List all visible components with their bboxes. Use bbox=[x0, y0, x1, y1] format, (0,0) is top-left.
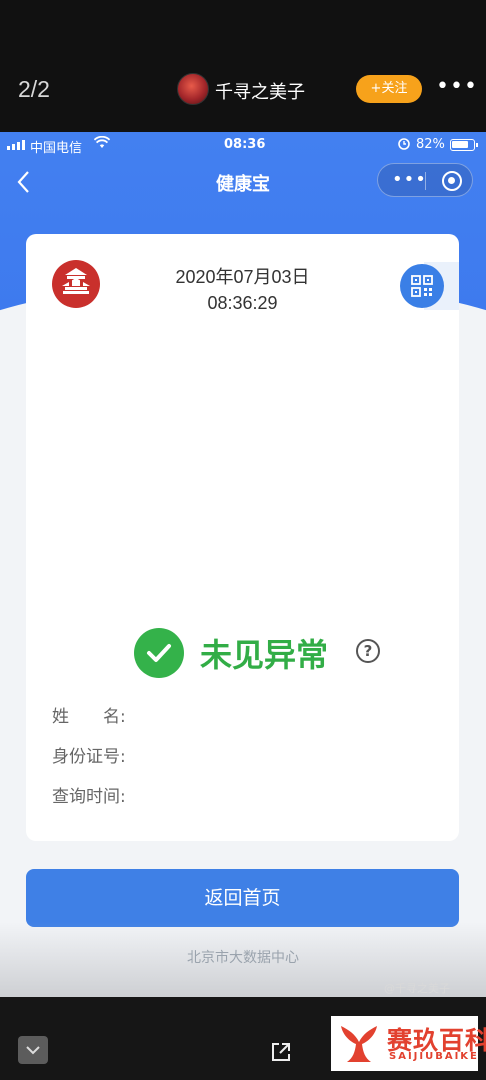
wifi-icon bbox=[93, 135, 111, 153]
health-status-text: 未见异常 bbox=[200, 636, 329, 674]
carrier-name: 中国电信 bbox=[30, 141, 83, 156]
image-counter: 2/2 bbox=[18, 76, 50, 102]
battery-percent: 82% bbox=[416, 137, 445, 152]
return-home-button[interactable]: 返回首页 bbox=[26, 869, 459, 927]
info-row-query-time: 查询时间: bbox=[52, 784, 126, 824]
share-icon[interactable] bbox=[270, 1041, 292, 1067]
qr-code-icon bbox=[411, 275, 433, 297]
info-row-id: 身份证号: bbox=[52, 744, 126, 784]
phone-screenshot: 中国电信 08:36 82% 健康宝 ••• 2020年07月03日 08:36… bbox=[0, 132, 486, 997]
info-list: 姓 名: 身份证号: 查询时间: bbox=[52, 704, 126, 824]
query-date: 2020年07月03日 bbox=[175, 267, 310, 287]
question-mark-icon[interactable]: ? bbox=[356, 639, 380, 663]
id-number-label: 身份证号: bbox=[52, 747, 126, 767]
viewer-more-icon[interactable]: ••• bbox=[436, 74, 478, 99]
more-dots-icon[interactable]: ••• bbox=[392, 171, 427, 189]
author-avatar[interactable] bbox=[177, 73, 209, 105]
viewer-top-bar: 2/2 千寻之美子 +关注 ••• bbox=[0, 0, 486, 132]
alarm-icon bbox=[397, 136, 411, 154]
author-name[interactable]: 千寻之美子 bbox=[215, 78, 305, 104]
battery-icon bbox=[450, 139, 478, 151]
whale-tail-logo-icon bbox=[341, 1026, 377, 1062]
name-label: 姓 名: bbox=[52, 707, 126, 727]
query-time-label: 查询时间: bbox=[52, 787, 126, 807]
brand-watermark: 赛玖百科 SAIJIUBAIKE bbox=[331, 1016, 486, 1071]
query-time: 08:36:29 bbox=[207, 293, 278, 313]
check-icon bbox=[134, 628, 184, 678]
mini-program-capsule: ••• bbox=[377, 163, 473, 197]
weibo-watermark: @千寻之美子 bbox=[384, 982, 450, 995]
query-datetime: 2020年07月03日 08:36:29 bbox=[26, 264, 459, 316]
status-bar: 中国电信 08:36 82% bbox=[0, 132, 486, 158]
footer-provider: 北京市大数据中心 bbox=[187, 950, 299, 966]
signal-icon bbox=[7, 140, 25, 150]
battery-level-fill bbox=[452, 141, 469, 148]
health-card: 2020年07月03日 08:36:29 未见异常 ? 姓 名: 身份证号: 查… bbox=[26, 234, 459, 841]
target-close-icon[interactable] bbox=[442, 171, 462, 191]
info-row-name: 姓 名: bbox=[52, 704, 126, 744]
status-time: 08:36 bbox=[224, 137, 266, 152]
follow-button[interactable]: +关注 bbox=[356, 75, 422, 103]
capsule-divider bbox=[425, 172, 426, 190]
brand-name-en: SAIJIUBAIKE bbox=[389, 1051, 479, 1062]
qr-code-button[interactable] bbox=[400, 264, 444, 308]
chevron-down-icon[interactable] bbox=[18, 1036, 48, 1064]
